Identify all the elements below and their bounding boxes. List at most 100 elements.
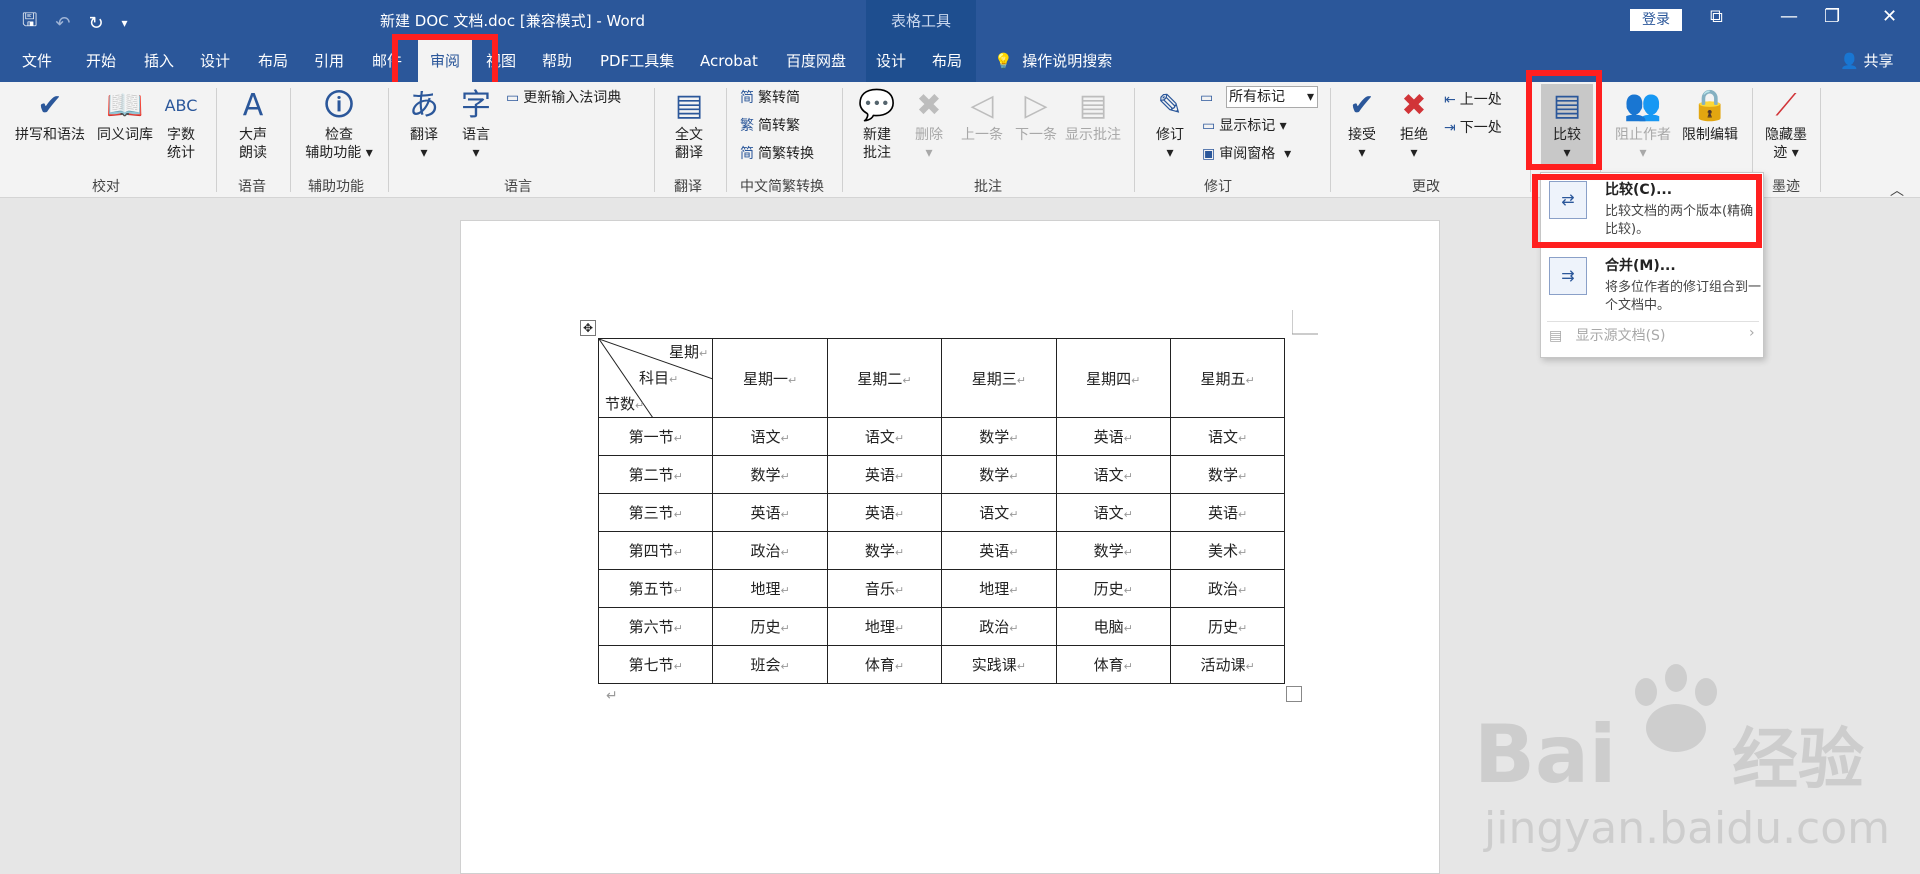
header-cell[interactable]: 星期四↵ — [1055, 338, 1171, 418]
menu-item-show-source[interactable]: ▤ 显示源文档(S) › — [1549, 325, 1755, 345]
login-button[interactable]: 登录 — [1630, 9, 1682, 31]
new-comment-button[interactable]: 💬 新建 批注 — [852, 88, 902, 162]
table-cell[interactable]: 数学↵ — [826, 531, 943, 570]
table-cell[interactable]: 电脑↵ — [1055, 607, 1171, 646]
table-cell[interactable]: 历史↵ — [1055, 569, 1171, 608]
tab-table-design[interactable]: 设计 — [876, 40, 906, 82]
tab-table-layout[interactable]: 布局 — [932, 40, 962, 82]
tell-me-search[interactable]: 💡 操作说明搜索 — [994, 40, 1112, 82]
save-icon[interactable]: 🖫 — [22, 8, 37, 38]
table-move-handle-icon[interactable]: ✥ — [580, 320, 596, 336]
translate-button[interactable]: あ翻译 ▾ — [400, 88, 448, 162]
diagonal-header-cell[interactable]: 星期↵ 科目↵ 节数↵ — [597, 338, 714, 418]
accept-button[interactable]: ✔ 接受 ▾ — [1338, 88, 1386, 162]
customize-icon[interactable]: ▾ — [122, 16, 128, 30]
restrict-editing-button[interactable]: 🔒 限制编辑 — [1678, 88, 1742, 144]
table-cell[interactable]: 语文↵ — [1055, 493, 1171, 532]
row-label-cell[interactable]: 第四节↵ — [597, 531, 714, 570]
table-cell[interactable]: 体育↵ — [1055, 645, 1171, 684]
table-cell[interactable]: 语文↵ — [712, 417, 828, 456]
next-change-button[interactable]: ⇥ 下一处 — [1444, 118, 1502, 138]
previous-change-button[interactable]: ⇤ 上一处 — [1444, 90, 1502, 110]
language-button[interactable]: 字语言 ▾ — [452, 88, 500, 162]
table-cell[interactable]: 政治↵ — [1169, 569, 1286, 608]
table-cell[interactable]: 地理↵ — [941, 569, 1057, 608]
hide-ink-button[interactable]: ⟋ 隐藏墨迹 ▾ — [1760, 88, 1812, 162]
table-cell[interactable]: 英语↵ — [712, 493, 828, 532]
tab-pdf-tools[interactable]: PDF工具集 — [600, 40, 674, 82]
table-cell[interactable]: 实践课↵ — [941, 645, 1057, 684]
thesaurus-button[interactable]: 📖 同义词库 — [92, 88, 158, 144]
undo-icon[interactable]: ↶ — [55, 13, 70, 34]
traditional-to-simplified-button[interactable]: 简繁转简 — [740, 88, 800, 108]
full-text-translate-button[interactable]: ▤ 全文 翻译 — [664, 88, 714, 162]
collapse-ribbon-icon[interactable]: ︿ — [1890, 180, 1904, 200]
restore-icon[interactable]: ❐ — [1824, 6, 1840, 27]
header-cell[interactable]: 星期三↵ — [941, 338, 1057, 418]
table-cell[interactable]: 数学↵ — [1169, 455, 1286, 494]
table-cell[interactable]: 历史↵ — [1169, 607, 1286, 646]
header-cell[interactable]: 星期一↵ — [712, 338, 828, 418]
show-comments-button[interactable]: ▤ 显示批注 — [1064, 88, 1122, 144]
table-cell[interactable]: 英语↵ — [941, 531, 1057, 570]
header-cell[interactable]: 星期五↵ — [1169, 338, 1286, 418]
markup-select[interactable]: 所有标记 ▾ — [1226, 86, 1318, 108]
table-cell[interactable]: 音乐↵ — [826, 569, 943, 608]
menu-item-combine[interactable]: ⇉ 合并(M)... 将多位作者的修订组合到一个文档中。 — [1549, 255, 1761, 319]
table-cell[interactable]: 政治↵ — [941, 607, 1057, 646]
tab-design[interactable]: 设计 — [200, 40, 230, 82]
table-cell[interactable]: 地理↵ — [712, 569, 828, 608]
table-cell[interactable]: 历史↵ — [712, 607, 828, 646]
track-changes-button[interactable]: ✎ 修订 ▾ — [1146, 88, 1194, 162]
table-cell[interactable]: 语文↵ — [1055, 455, 1171, 494]
table-cell[interactable]: 语文↵ — [941, 493, 1057, 532]
table-cell[interactable]: 政治↵ — [712, 531, 828, 570]
table-cell[interactable]: 地理↵ — [826, 607, 943, 646]
tab-references[interactable]: 引用 — [314, 40, 344, 82]
reject-button[interactable]: ✖ 拒绝 ▾ — [1390, 88, 1438, 162]
table-cell[interactable]: 英语↵ — [1169, 493, 1286, 532]
tab-home[interactable]: 开始 — [86, 40, 116, 82]
table-resize-handle[interactable] — [1286, 686, 1302, 702]
table-cell[interactable]: 数学↵ — [712, 455, 828, 494]
tab-acrobat[interactable]: Acrobat — [700, 40, 758, 82]
row-label-cell[interactable]: 第六节↵ — [597, 607, 714, 646]
table-cell[interactable]: 活动课↵ — [1169, 645, 1286, 684]
share-button[interactable]: 👤 共享 — [1840, 40, 1893, 82]
word-count-button[interactable]: ABC 字数 统计 — [160, 88, 202, 162]
table-cell[interactable]: 体育↵ — [826, 645, 943, 684]
previous-comment-button[interactable]: ◁ 上一条 — [956, 88, 1008, 144]
read-aloud-button[interactable]: A 大声 朗读 — [228, 88, 278, 162]
redo-icon[interactable]: ↻ — [88, 13, 103, 34]
schedule-table[interactable]: 星期↵ 科目↵ 节数↵ 星期一↵ 星期二↵ 星期三↵ 星期四↵ 星期五↵ 第一节… — [597, 338, 1286, 684]
row-label-cell[interactable]: 第七节↵ — [597, 645, 714, 684]
reviewing-pane-button[interactable]: ▣ 审阅窗格 ▾ — [1202, 144, 1291, 164]
table-cell[interactable]: 英语↵ — [1055, 417, 1171, 456]
tab-insert[interactable]: 插入 — [144, 40, 174, 82]
show-markup-button[interactable]: ▭ 显示标记 ▾ — [1202, 116, 1287, 136]
tab-baidu-netdisk[interactable]: 百度网盘 — [786, 40, 846, 82]
row-label-cell[interactable]: 第五节↵ — [597, 569, 714, 608]
tab-file[interactable]: 文件 — [22, 40, 52, 82]
tab-help[interactable]: 帮助 — [542, 40, 572, 82]
table-cell[interactable]: 语文↵ — [1169, 417, 1286, 456]
table-cell[interactable]: 数学↵ — [941, 455, 1057, 494]
table-cell[interactable]: 英语↵ — [826, 493, 943, 532]
simplified-to-traditional-button[interactable]: 繁简转繁 — [740, 116, 800, 136]
next-comment-button[interactable]: ▷ 下一条 — [1010, 88, 1062, 144]
row-label-cell[interactable]: 第一节↵ — [597, 417, 714, 456]
close-icon[interactable]: ✕ — [1882, 6, 1897, 27]
ribbon-display-icon[interactable]: ⧉ — [1710, 6, 1723, 27]
table-cell[interactable]: 班会↵ — [712, 645, 828, 684]
row-label-cell[interactable]: 第三节↵ — [597, 493, 714, 532]
table-cell[interactable]: 语文↵ — [826, 417, 943, 456]
block-authors-button[interactable]: 👥 阻止作者 ▾ — [1610, 88, 1676, 162]
check-accessibility-button[interactable]: 🛈 检查 辅助功能 ▾ — [298, 88, 380, 162]
update-ime-dictionary-button[interactable]: ▭ 更新输入法词典 — [506, 88, 621, 108]
table-cell[interactable]: 数学↵ — [1055, 531, 1171, 570]
minimize-icon[interactable]: — — [1780, 6, 1798, 27]
tab-layout[interactable]: 布局 — [258, 40, 288, 82]
row-label-cell[interactable]: 第二节↵ — [597, 455, 714, 494]
chinese-conversion-button[interactable]: 简简繁转换 — [740, 144, 814, 164]
table-cell[interactable]: 数学↵ — [941, 417, 1057, 456]
